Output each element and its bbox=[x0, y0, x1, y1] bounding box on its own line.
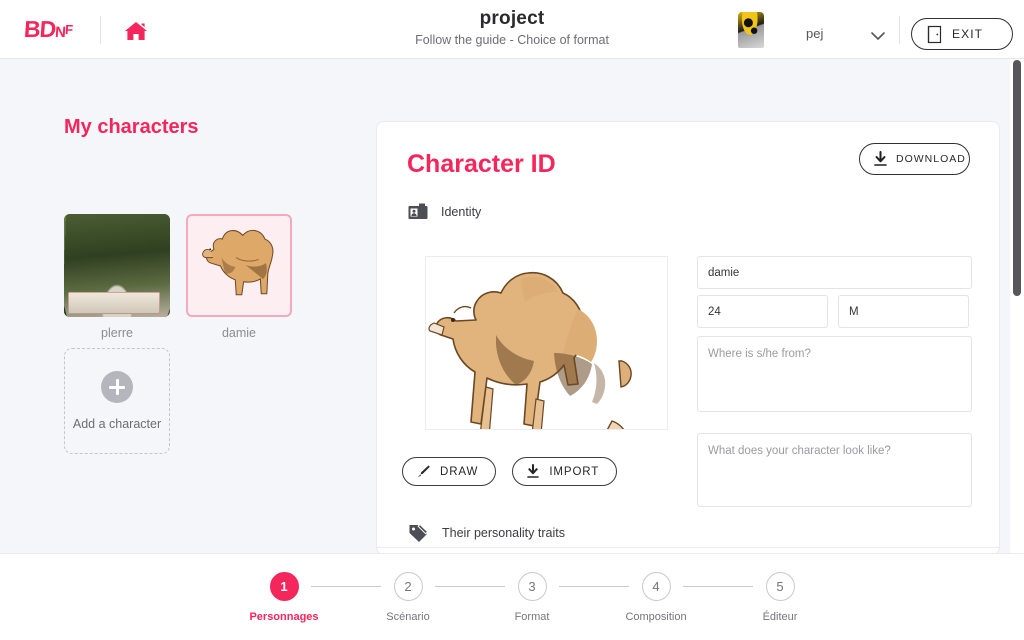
section-divider bbox=[377, 547, 999, 548]
door-exit-icon bbox=[927, 25, 942, 43]
step-1-personnages[interactable]: 1 Personnages bbox=[249, 572, 319, 623]
download-button-label: DOWNLOAD bbox=[896, 153, 966, 165]
character-gender-input[interactable] bbox=[838, 295, 969, 328]
character-id-card: Character ID DOWNLOAD Identity DRAW IMPO… bbox=[376, 121, 1000, 555]
character-thumb-damie[interactable]: damie bbox=[186, 214, 292, 340]
step-3-number: 3 bbox=[517, 572, 547, 601]
bdnf-logo[interactable]: BDNF bbox=[23, 16, 73, 43]
step-4-label: Composition bbox=[625, 611, 687, 623]
step-1-label: Personnages bbox=[249, 611, 319, 623]
character-origin-textarea[interactable] bbox=[697, 336, 972, 412]
app-header: BDNF project Follow the guide - Choice o… bbox=[0, 0, 1024, 59]
brush-icon bbox=[417, 465, 430, 478]
logo-text-f: F bbox=[64, 22, 73, 37]
step-4-number: 4 bbox=[641, 572, 671, 601]
step-connector-1 bbox=[311, 586, 381, 587]
step-2-label: Scénario bbox=[386, 611, 430, 623]
step-connector-3 bbox=[559, 586, 629, 587]
identity-form bbox=[697, 256, 972, 512]
plus-circle-icon bbox=[101, 371, 133, 403]
section-personality: Their personality traits bbox=[408, 523, 565, 542]
download-icon bbox=[874, 151, 887, 166]
camel-illustration bbox=[426, 257, 667, 429]
page-title: project bbox=[479, 8, 545, 29]
step-5-number: 5 bbox=[765, 572, 795, 601]
character-thumb-frame bbox=[64, 214, 170, 317]
draw-button-label: DRAW bbox=[440, 465, 479, 478]
character-age-input[interactable] bbox=[697, 295, 828, 328]
logo-text-bd: BD bbox=[23, 16, 57, 42]
download-icon bbox=[527, 464, 540, 478]
step-3-label: Format bbox=[514, 611, 550, 623]
step-2-number: 2 bbox=[393, 572, 423, 601]
plant-photo bbox=[64, 214, 170, 317]
exit-button[interactable]: EXIT bbox=[911, 18, 1013, 50]
user-name: pej bbox=[806, 26, 824, 41]
step-5-editeur[interactable]: 5 Éditeur bbox=[758, 572, 802, 623]
home-icon-svg bbox=[125, 22, 147, 40]
character-thumb-label: damie bbox=[221, 326, 257, 340]
step-progress: 1 Personnages 2 Scénario 3 Format 4 Comp… bbox=[249, 572, 802, 623]
card-title: Character ID bbox=[407, 150, 556, 178]
header-divider-left bbox=[100, 16, 101, 44]
header-divider-right bbox=[899, 16, 900, 44]
tag-pencil-icon bbox=[409, 523, 429, 542]
avatar[interactable] bbox=[738, 12, 764, 48]
camel-drawing bbox=[202, 229, 274, 296]
add-character-label: Add a character bbox=[72, 417, 162, 431]
character-appearance-textarea[interactable] bbox=[697, 433, 972, 507]
vertical-scrollbar-thumb[interactable] bbox=[1013, 60, 1021, 296]
character-name-input[interactable] bbox=[697, 256, 972, 289]
section-identity-label: Identity bbox=[441, 204, 482, 219]
exit-button-label: EXIT bbox=[952, 27, 984, 41]
chevron-down-icon-svg bbox=[871, 32, 885, 40]
step-connector-4 bbox=[683, 586, 753, 587]
step-4-composition[interactable]: 4 Composition bbox=[625, 572, 687, 623]
import-button-label: IMPORT bbox=[549, 465, 600, 478]
draw-button[interactable]: DRAW bbox=[402, 457, 497, 486]
character-thumb-label: plerre bbox=[101, 326, 133, 340]
id-badge-icon bbox=[408, 203, 428, 219]
download-button[interactable]: DOWNLOAD bbox=[859, 143, 970, 175]
main-content-area: My characters plerre damie Add a charact… bbox=[0, 59, 1010, 555]
character-thumb-plerre[interactable]: plerre bbox=[64, 214, 170, 340]
step-3-format[interactable]: 3 Format bbox=[510, 572, 554, 623]
step-connector-2 bbox=[435, 586, 505, 587]
section-personality-label: Their personality traits bbox=[442, 525, 565, 540]
image-action-buttons: DRAW IMPORT bbox=[402, 457, 618, 486]
add-character-button[interactable]: Add a character bbox=[64, 348, 170, 454]
character-image-box[interactable] bbox=[425, 256, 668, 430]
my-characters-heading: My characters bbox=[64, 116, 199, 138]
home-icon[interactable] bbox=[122, 19, 150, 43]
app-root: BDNF project Follow the guide - Choice o… bbox=[0, 0, 1024, 640]
step-2-scenario[interactable]: 2 Scénario bbox=[386, 572, 430, 623]
character-thumb-frame bbox=[186, 214, 292, 317]
section-identity: Identity bbox=[408, 203, 481, 220]
step-5-label: Éditeur bbox=[762, 611, 798, 623]
footer-bar: 1 Personnages 2 Scénario 3 Format 4 Comp… bbox=[0, 553, 1024, 640]
import-button[interactable]: IMPORT bbox=[512, 457, 618, 486]
camel-illustration-svg bbox=[428, 271, 632, 429]
step-1-number: 1 bbox=[269, 572, 299, 601]
age-gender-row bbox=[697, 295, 972, 328]
chevron-down-icon[interactable] bbox=[870, 28, 886, 40]
